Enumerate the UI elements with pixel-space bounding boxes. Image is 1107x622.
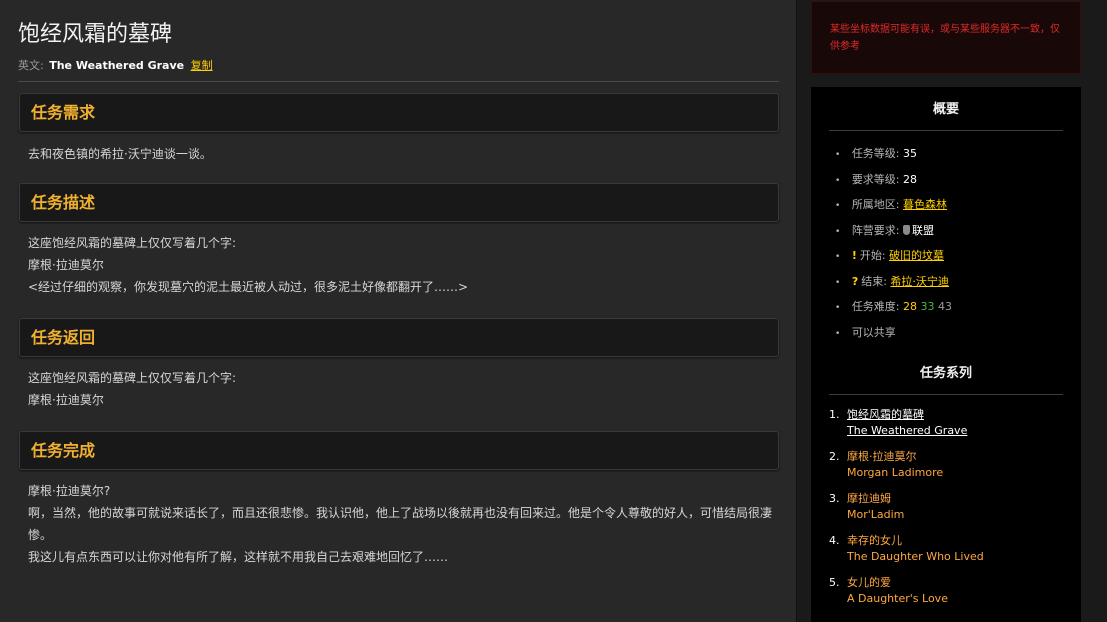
section-body-description: 这座饱经风霜的墓碑上仅仅写着几个字: 摩根·拉迪莫尔 <经过仔细的观察，你发现墓… bbox=[28, 232, 773, 298]
series-heading: 任务系列 bbox=[829, 351, 1063, 395]
faction: 阵营要求: 联盟 bbox=[829, 218, 1063, 244]
exclamation-icon: ! bbox=[851, 249, 857, 262]
section-heading-description: 任务描述 bbox=[19, 183, 779, 222]
text-line: 啊，当然，他的故事可就说来话长了，而且还很悲惨。我认识他，他上了战场以後就再也没… bbox=[28, 506, 773, 542]
end-link[interactable]: 希拉·沃宁迪 bbox=[890, 275, 949, 288]
alliance-shield-icon bbox=[903, 224, 911, 235]
text-line: 我这儿有点东西可以让你对他有所了解，这样就不用我自己去艰难地回忆了…… bbox=[28, 550, 449, 564]
english-name: The Weathered Grave bbox=[49, 59, 185, 72]
english-name-row: 英文: The Weathered Grave 复制 bbox=[18, 57, 213, 73]
section-body-return: 这座饱经风霜的墓碑上仅仅写着几个字: 摩根·拉迪莫尔 bbox=[28, 367, 773, 411]
faction-value: 联盟 bbox=[912, 223, 935, 237]
text-line: 这座饱经风霜的墓碑上仅仅写着几个字: bbox=[28, 371, 237, 385]
difficulty-grey: 43 bbox=[938, 300, 953, 313]
copy-link[interactable]: 复制 bbox=[191, 59, 213, 72]
series-item[interactable]: 1. 饱经风霜的墓碑 The Weathered Grave bbox=[829, 407, 1063, 449]
text-line: 去和夜色镇的希拉·沃宁迪谈一谈。 bbox=[28, 147, 212, 161]
summary-heading: 概要 bbox=[829, 87, 1063, 131]
coordinate-warning: 某些坐标数据可能有误，或与某些服务器不一致，仅供参考 bbox=[811, 1, 1081, 74]
difficulty-green: 33 bbox=[920, 300, 935, 313]
english-label: 英文: bbox=[18, 59, 44, 72]
summary-list: 任务等级: 35 要求等级: 28 所属地区: 暮色森林 阵营要求: 联盟 !开… bbox=[829, 131, 1063, 345]
series-list: 1. 饱经风霜的墓碑 The Weathered Grave 2. 摩根·拉迪莫… bbox=[829, 395, 1063, 617]
question-mark-icon: ? bbox=[851, 274, 859, 288]
required-level-value: 28 bbox=[903, 172, 918, 186]
section-heading-completion: 任务完成 bbox=[19, 431, 779, 470]
shareable: 可以共享 bbox=[829, 320, 1063, 346]
main-content: 饱经风霜的墓碑 英文: The Weathered Grave 复制 任务需求 … bbox=[0, 0, 797, 622]
series-item[interactable]: 2. 摩根·拉迪莫尔 Morgan Ladimore bbox=[829, 449, 1063, 491]
section-heading-requirements: 任务需求 bbox=[19, 93, 779, 132]
sidebar: 概要 任务等级: 35 要求等级: 28 所属地区: 暮色森林 阵营要求: 联盟… bbox=[811, 87, 1081, 622]
quest-level: 任务等级: 35 bbox=[829, 141, 1063, 167]
quest-start: !开始: 破旧的坟墓 bbox=[829, 243, 1063, 269]
zone-link[interactable]: 暮色森林 bbox=[903, 198, 947, 211]
zone: 所属地区: 暮色森林 bbox=[829, 192, 1063, 218]
quest-end: ?结束: 希拉·沃宁迪 bbox=[829, 269, 1063, 295]
required-level: 要求等级: 28 bbox=[829, 167, 1063, 193]
title-divider bbox=[18, 81, 779, 82]
series-item[interactable]: 3. 摩拉迪姆 Mor'Ladim bbox=[829, 491, 1063, 533]
start-link[interactable]: 破旧的坟墓 bbox=[889, 249, 944, 262]
section-body-requirements: 去和夜色镇的希拉·沃宁迪谈一谈。 bbox=[28, 143, 773, 165]
text-line: <经过仔细的观察，你发现墓穴的泥土最近被人动过，很多泥土好像都翻开了……> bbox=[28, 280, 469, 294]
text-line: 摩根·拉迪莫尔 bbox=[28, 393, 104, 407]
text-line: 摩根·拉迪莫尔 bbox=[28, 258, 104, 272]
difficulty: 任务难度: 28 33 43 bbox=[829, 294, 1063, 320]
section-heading-return: 任务返回 bbox=[19, 318, 779, 357]
series-item[interactable]: 5. 女儿的爱 A Daughter's Love bbox=[829, 575, 1063, 617]
text-line: 摩根·拉迪莫尔? bbox=[28, 484, 111, 498]
section-body-completion: 摩根·拉迪莫尔? 啊，当然，他的故事可就说来话长了，而且还很悲惨。我认识他，他上… bbox=[28, 480, 773, 568]
series-item[interactable]: 4. 幸存的女儿 The Daughter Who Lived bbox=[829, 533, 1063, 575]
page-title: 饱经风霜的墓碑 bbox=[18, 22, 173, 47]
quest-level-value: 35 bbox=[903, 147, 918, 160]
difficulty-yellow: 28 bbox=[903, 300, 918, 313]
text-line: 这座饱经风霜的墓碑上仅仅写着几个字: bbox=[28, 236, 237, 250]
